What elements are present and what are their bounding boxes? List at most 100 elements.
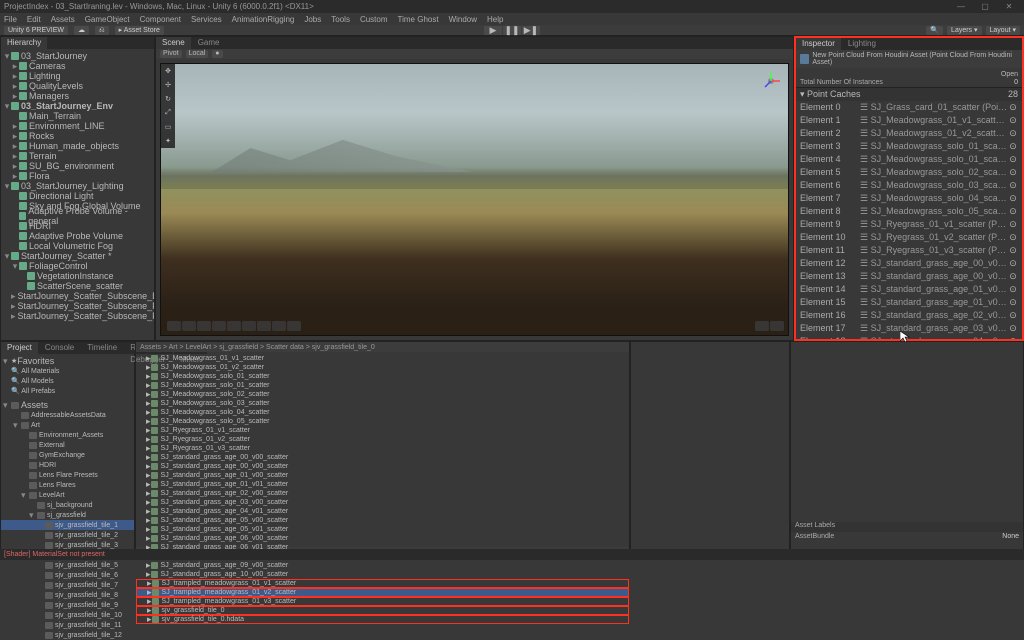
breadcrumb[interactable]: Assets > Art > LevelArt > sj_grassfield … [136, 342, 629, 352]
hierarchy-item[interactable]: ▸Cameras [1, 61, 154, 71]
asset-item[interactable]: ▸SJ_trampled_meadowgrass_01_v1_scatter [136, 579, 629, 588]
element-row[interactable]: Element 0☰ SJ_Grass_card_01_scatter (Poi… [796, 101, 1022, 114]
element-row[interactable]: Element 17☰ SJ_standard_grass_age_03_v00… [796, 322, 1022, 335]
hierarchy-item[interactable]: ▾03_StartJourney [1, 51, 154, 61]
element-row[interactable]: Element 11☰ SJ_Ryegrass_01_v3_scatter (P… [796, 244, 1022, 257]
maximize-button[interactable]: ▢ [974, 1, 996, 13]
asset-item[interactable]: ▸SJ_standard_grass_age_01_v00_scatter [136, 471, 629, 480]
folder-item[interactable]: Lens Flare Presets [1, 470, 134, 480]
asset-item[interactable]: ▸SJ_Meadowgrass_solo_05_scatter [136, 417, 629, 426]
move-tool[interactable]: ✢ [161, 78, 175, 92]
viewport-tool-5[interactable] [227, 321, 241, 331]
asset-item[interactable]: ▸SJ_standard_grass_age_02_v00_scatter [136, 489, 629, 498]
hierarchy-item[interactable]: ▸Human_made_objects [1, 141, 154, 151]
hierarchy-item[interactable]: VegetationInstance [1, 271, 154, 281]
search-icon[interactable]: 🔍 [926, 26, 943, 35]
hierarchy-item[interactable]: ▾StartJourney_Scatter * [1, 251, 154, 261]
viewport-tool-8[interactable] [272, 321, 286, 331]
inspector-tab[interactable]: Inspector [796, 38, 841, 50]
element-row[interactable]: Element 2☰ SJ_Meadowgrass_01_v2_scatter … [796, 127, 1022, 140]
element-row[interactable]: Element 8☰ SJ_Meadowgrass_solo_05_scatte… [796, 205, 1022, 218]
grid-toggle[interactable]: ● [212, 50, 222, 58]
menu-file[interactable]: File [4, 15, 17, 24]
folder-item[interactable]: AddressableAssetsData [1, 410, 134, 420]
menu-services[interactable]: Services [191, 15, 222, 24]
camera-icon[interactable] [755, 321, 769, 331]
minimize-button[interactable]: — [950, 1, 972, 13]
hierarchy-item[interactable]: ▸Managers [1, 91, 154, 101]
hierarchy-item[interactable]: Adaptive Probe Volume [1, 231, 154, 241]
tab-timeline[interactable]: Timeline [81, 342, 123, 354]
folder-item[interactable]: sjv_grassfield_tile_10 [1, 610, 134, 620]
asset-item[interactable]: ▸SJ_Ryegrass_01_v2_scatter [136, 435, 629, 444]
hierarchy-item[interactable]: ▾03_StartJourney_Lighting [1, 181, 154, 191]
menu-time ghost[interactable]: Time Ghost [398, 15, 439, 24]
asset-item[interactable]: ▸SJ_standard_grass_age_05_v01_scatter [136, 525, 629, 534]
rect-tool[interactable]: ▭ [161, 120, 175, 134]
element-row[interactable]: Element 15☰ SJ_standard_grass_age_01_v01… [796, 296, 1022, 309]
folder-item[interactable]: sjv_grassfield_tile_5 [1, 560, 134, 570]
element-row[interactable]: Element 6☰ SJ_Meadowgrass_solo_03_scatte… [796, 179, 1022, 192]
element-row[interactable]: Element 13☰ SJ_standard_grass_age_00_v00… [796, 270, 1022, 283]
vc-icon[interactable]: ⎌ [95, 26, 109, 35]
asset-item[interactable]: ▸SJ_standard_grass_age_03_v00_scatter [136, 498, 629, 507]
folder-item[interactable]: External [1, 440, 134, 450]
menu-help[interactable]: Help [487, 15, 503, 24]
element-row[interactable]: Element 9☰ SJ_Ryegrass_01_v1_scatter (Po… [796, 218, 1022, 231]
element-row[interactable]: Element 1☰ SJ_Meadowgrass_01_v1_scatter … [796, 114, 1022, 127]
scene-viewport[interactable]: ✥ ✢ ↻ ⤢ ▭ ✦ [160, 63, 789, 336]
menu-gameobject[interactable]: GameObject [85, 15, 130, 24]
step-button[interactable]: ▶❚ [522, 26, 540, 35]
element-row[interactable]: Element 10☰ SJ_Ryegrass_01_v2_scatter (P… [796, 231, 1022, 244]
folder-item[interactable]: sjv_grassfield_tile_2 [1, 530, 134, 540]
favorites-header[interactable]: ▾★ Favorites [1, 356, 134, 366]
asset-item[interactable]: ▸SJ_Meadowgrass_solo_01_scatter [136, 372, 629, 381]
hierarchy-item[interactable]: ScatterScene_scatter [1, 281, 154, 291]
folder-item[interactable]: ▾LevelArt [1, 490, 134, 500]
asset-item[interactable]: ▸SJ_Ryegrass_01_v3_scatter [136, 444, 629, 453]
hierarchy-item[interactable]: ▸Lighting [1, 71, 154, 81]
asset-item[interactable]: ▸SJ_standard_grass_age_06_v00_scatter [136, 534, 629, 543]
folder-item[interactable]: sjv_grassfield_tile_1 [1, 520, 134, 530]
asset-item[interactable]: ▸SJ_standard_grass_age_00_v00_scatter [136, 453, 629, 462]
folder-item[interactable]: sjv_grassfield_tile_9 [1, 600, 134, 610]
viewport-tool-2[interactable] [182, 321, 196, 331]
folder-item[interactable]: GymExchange [1, 450, 134, 460]
hierarchy-item[interactable]: Adaptive Probe Volume - general [1, 211, 154, 221]
folder-item[interactable]: HDRI [1, 460, 134, 470]
folder-item[interactable]: sj_background [1, 500, 134, 510]
favorite-item[interactable]: 🔍 All Materials [1, 366, 134, 376]
asset-item[interactable]: ▸SJ_standard_grass_age_10_v00_scatter [136, 570, 629, 579]
menu-edit[interactable]: Edit [27, 15, 41, 24]
scene-tab[interactable]: Scene [156, 37, 191, 49]
menu-assets[interactable]: Assets [51, 15, 75, 24]
element-row[interactable]: Element 7☰ SJ_Meadowgrass_solo_04_scatte… [796, 192, 1022, 205]
folder-item[interactable]: Environment_Assets [1, 430, 134, 440]
menu-custom[interactable]: Custom [360, 15, 388, 24]
hierarchy-item[interactable]: Directional Light [1, 191, 154, 201]
hierarchy-item[interactable]: ▾03_StartJourney_Env [1, 101, 154, 111]
orientation-gizmo[interactable] [758, 68, 784, 94]
folder-item[interactable]: sjv_grassfield_tile_7 [1, 580, 134, 590]
hand-tool[interactable]: ✥ [161, 64, 175, 78]
asset-item[interactable]: ▸SJ_standard_grass_age_01_v01_scatter [136, 480, 629, 489]
pivot-toggle[interactable]: Pivot [160, 50, 182, 58]
folder-item[interactable]: Lens Flares [1, 480, 134, 490]
fx-icon[interactable] [770, 321, 784, 331]
folder-item[interactable]: sjv_grassfield_tile_11 [1, 620, 134, 630]
point-caches-label[interactable]: ▾ Point Caches [800, 89, 861, 100]
tab-project[interactable]: Project [1, 342, 38, 354]
lighting-tab[interactable]: Lighting [842, 38, 882, 50]
menu-window[interactable]: Window [449, 15, 477, 24]
asset-item[interactable]: ▸sjv_grassfield_tile_0 [136, 606, 629, 615]
cloud-icon[interactable]: ☁ [74, 26, 89, 35]
transform-tool[interactable]: ✦ [161, 134, 175, 148]
hierarchy-item[interactable]: ▸SU_BG_environment [1, 161, 154, 171]
hierarchy-item[interactable]: Local Volumetric Fog [1, 241, 154, 251]
hierarchy-item[interactable]: ▸Rocks [1, 131, 154, 141]
viewport-tool-6[interactable] [242, 321, 256, 331]
hierarchy-item[interactable]: ▸StartJourney_Scatter_Subscene_Field [1, 301, 154, 311]
menu-animationrigging[interactable]: AnimationRigging [232, 15, 295, 24]
tab-console[interactable]: Console [39, 342, 80, 354]
viewport-tool-1[interactable] [167, 321, 181, 331]
